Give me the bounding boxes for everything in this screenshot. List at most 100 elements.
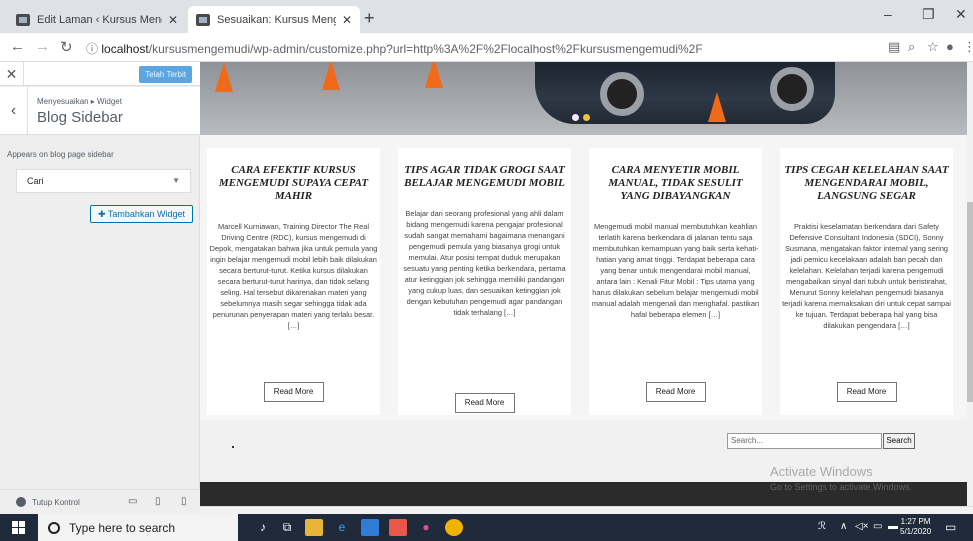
info-icon: ⓘ bbox=[86, 42, 99, 56]
blog-posts-area: CARA EFEKTIF KURSUS MENGEMUDI SUPAYA CEP… bbox=[200, 135, 973, 420]
post-title[interactable]: CARA EFEKTIF KURSUS MENGEMUDI SUPAYA CEP… bbox=[211, 164, 376, 203]
traffic-cone bbox=[215, 62, 233, 92]
plus-icon: ✚ bbox=[98, 209, 106, 219]
collapse-icon bbox=[16, 497, 26, 507]
hide-controls-button[interactable]: Tutup Kontrol bbox=[16, 497, 80, 507]
menu-dots-icon[interactable]: ⋮ bbox=[963, 39, 973, 55]
read-more-button[interactable]: Read More bbox=[263, 382, 324, 402]
slider-dot-active[interactable] bbox=[583, 114, 590, 121]
traffic-cone bbox=[708, 92, 726, 122]
minimize-button[interactable]: – bbox=[884, 6, 892, 22]
post-card: TIPS CEGAH KELELAHAN SAAT MENGENDARAI MO… bbox=[780, 148, 953, 415]
read-more-button[interactable]: Read More bbox=[454, 393, 515, 413]
tab-customize[interactable]: Sesuaikan: Kursus Mengemudi S ✕ bbox=[188, 6, 360, 33]
desktop-preview-icon[interactable]: ▭ bbox=[128, 496, 137, 507]
post-excerpt: Mengemudi mobil manual membutuhkan keahl… bbox=[591, 222, 760, 319]
post-excerpt: Belajar dari seorang profesional yang ah… bbox=[403, 209, 566, 317]
scrollbar-thumb[interactable] bbox=[967, 202, 973, 402]
reload-icon[interactable]: ↻ bbox=[60, 38, 73, 56]
address-bar: ← → ↻ ⓘ localhost/kursusmengemudi/wp-adm… bbox=[0, 33, 973, 62]
post-card: CARA EFEKTIF KURSUS MENGEMUDI SUPAYA CEP… bbox=[207, 148, 380, 415]
car-wheel bbox=[770, 67, 814, 111]
publish-button[interactable]: Telah Terbit bbox=[139, 66, 192, 83]
traffic-cone bbox=[322, 62, 340, 90]
add-widget-button[interactable]: ✚ Tambahkan Widget bbox=[90, 205, 193, 223]
tab-close-icon[interactable]: ✕ bbox=[342, 13, 352, 27]
chrome-icon[interactable] bbox=[445, 519, 463, 536]
mobile-preview-icon[interactable]: ▯ bbox=[181, 496, 187, 507]
customizer-header: ✕ Telah Terbit bbox=[0, 62, 200, 86]
post-excerpt: Praktisi keselamatan berkendara dari Saf… bbox=[782, 222, 951, 330]
post-card: CARA MENYETIR MOBIL MANUAL, TIDAK SESULI… bbox=[589, 148, 762, 415]
post-title[interactable]: TIPS AGAR TIDAK GROGI SAAT BELAJAR MENGE… bbox=[402, 164, 567, 190]
post-title[interactable]: CARA MENYETIR MOBIL MANUAL, TIDAK SESULI… bbox=[593, 164, 758, 203]
tab-title: Edit Laman ‹ Kursus Mengemudi bbox=[37, 13, 162, 26]
section-header: ‹ Menyesuaikan ▸ Widget Blog Sidebar bbox=[0, 87, 200, 135]
maximize-button[interactable]: ❐ bbox=[922, 6, 935, 23]
taskbar-search-placeholder: Type here to search bbox=[69, 520, 176, 535]
customizer-footer: Tutup Kontrol ▭ ▯ ▯ bbox=[0, 489, 200, 514]
tab-edit-page[interactable]: Edit Laman ‹ Kursus Mengemudi ✕ bbox=[8, 6, 186, 33]
task-view-icon[interactable]: ⧉ bbox=[278, 519, 296, 536]
close-customizer-icon[interactable]: ✕ bbox=[0, 62, 24, 86]
search-input[interactable]: Search... bbox=[727, 433, 882, 449]
battery-icon[interactable]: ▬ bbox=[888, 521, 898, 532]
widget-name: Cari bbox=[27, 176, 44, 186]
post-excerpt: Marcell Kurniawan, Training Director The… bbox=[209, 222, 378, 330]
post-card: TIPS AGAR TIDAK GROGI SAAT BELAJAR MENGE… bbox=[398, 148, 571, 415]
horizontal-scrollbar[interactable] bbox=[200, 506, 973, 514]
windows-start-icon[interactable] bbox=[12, 521, 26, 535]
file-explorer-icon[interactable] bbox=[305, 519, 323, 536]
people-icon[interactable]: ℛ bbox=[818, 521, 826, 532]
url-field[interactable]: ⓘ localhost/kursusmengemudi/wp-admin/cus… bbox=[86, 40, 703, 57]
paint-icon[interactable]: ● bbox=[417, 519, 435, 536]
caret-down-icon[interactable]: ▼ bbox=[172, 170, 180, 192]
profile-icon[interactable]: ● bbox=[946, 39, 954, 54]
read-more-button[interactable]: Read More bbox=[836, 382, 897, 402]
clock-date: 5/1/2020 bbox=[900, 527, 932, 536]
new-tab-button[interactable]: + bbox=[364, 8, 375, 29]
site-favicon-icon bbox=[196, 13, 210, 26]
slider-dot[interactable] bbox=[572, 114, 579, 121]
taskbar-search[interactable]: Type here to search bbox=[38, 514, 238, 541]
edge-browser-icon[interactable]: e bbox=[333, 519, 351, 536]
microphone-icon[interactable]: ♪ bbox=[254, 519, 272, 536]
breadcrumb: Menyesuaikan ▸ Widget bbox=[37, 97, 122, 106]
cortana-icon bbox=[48, 521, 60, 534]
taskbar-clock[interactable]: 1:27 PM 5/1/2020 bbox=[900, 517, 931, 537]
tablet-preview-icon[interactable]: ▯ bbox=[155, 496, 161, 507]
activation-watermark-title: Activate Windows bbox=[770, 464, 873, 479]
clock-time: 1:27 PM bbox=[900, 517, 931, 526]
widget-item-search[interactable]: Cari ▼ bbox=[16, 169, 191, 193]
browser-tab-bar: Edit Laman ‹ Kursus Mengemudi ✕ Sesuaika… bbox=[0, 0, 973, 33]
activation-watermark-subtitle: Go to Settings to activate Windows. bbox=[770, 482, 913, 492]
search-button[interactable]: Search bbox=[883, 433, 915, 449]
translate-icon[interactable]: ▤ bbox=[888, 39, 900, 55]
bookmark-star-icon[interactable]: ☆ bbox=[927, 39, 939, 55]
section-title: Blog Sidebar bbox=[37, 109, 123, 126]
forward-arrow-icon[interactable]: → bbox=[35, 38, 50, 55]
post-title[interactable]: TIPS CEGAH KELELAHAN SAAT MENGENDARAI MO… bbox=[784, 164, 949, 203]
hide-controls-label: Tutup Kontrol bbox=[32, 497, 80, 507]
zoom-icon[interactable]: ⌕ bbox=[908, 39, 915, 55]
site-favicon-icon bbox=[16, 13, 30, 26]
tray-chevron-icon[interactable]: ∧ bbox=[840, 521, 847, 532]
tab-close-icon[interactable]: ✕ bbox=[168, 13, 178, 27]
volume-icon[interactable]: ◁× bbox=[855, 521, 869, 532]
read-more-button[interactable]: Read More bbox=[645, 382, 706, 402]
xampp-icon[interactable] bbox=[389, 519, 407, 536]
network-icon[interactable]: ▭ bbox=[873, 521, 882, 532]
site-preview: CARA EFEKTIF KURSUS MENGEMUDI SUPAYA CEP… bbox=[200, 62, 973, 514]
footer-dot bbox=[232, 446, 234, 448]
notification-icon[interactable]: ▭ bbox=[945, 520, 956, 534]
store-icon[interactable] bbox=[361, 519, 379, 536]
car-wheel bbox=[600, 72, 644, 116]
vertical-scrollbar[interactable] bbox=[967, 62, 973, 506]
hero-slider-image bbox=[200, 62, 973, 135]
url-host: localhost bbox=[101, 42, 149, 56]
url-path: /kursusmengemudi/wp-admin/customize.php?… bbox=[148, 42, 703, 56]
close-window-button[interactable]: ✕ bbox=[955, 6, 967, 23]
back-chevron-icon[interactable]: ‹ bbox=[0, 87, 28, 135]
tab-title: Sesuaikan: Kursus Mengemudi S bbox=[217, 13, 336, 26]
back-arrow-icon[interactable]: ← bbox=[10, 38, 25, 55]
